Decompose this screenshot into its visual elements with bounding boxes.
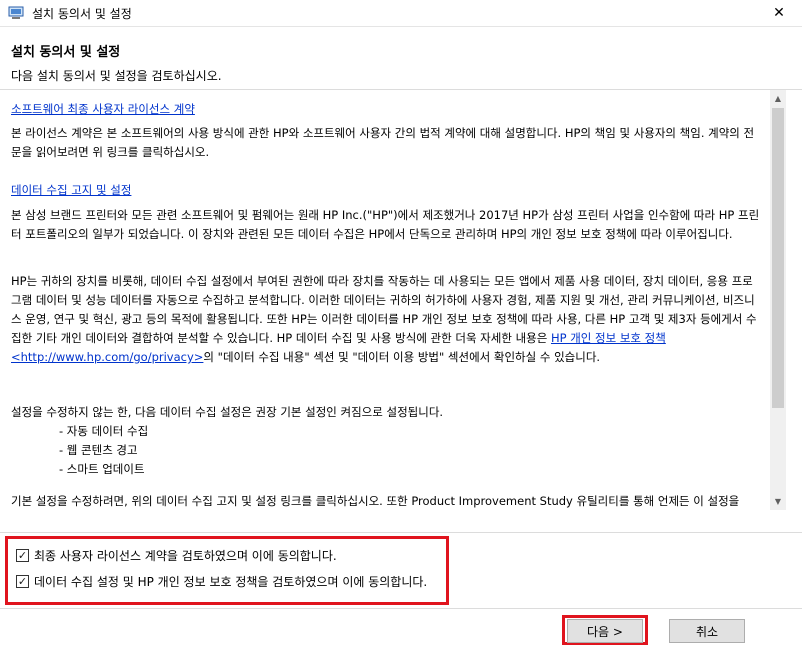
cancel-button[interactable]: 취소: [669, 619, 745, 643]
divider: [0, 608, 802, 609]
eula-link[interactable]: 소프트웨어 최종 사용자 라이선스 계약: [11, 102, 195, 116]
window-title: 설치 동의서 및 설정: [32, 7, 132, 21]
scrollbar-thumb[interactable]: [772, 108, 784, 408]
scroll-up-arrow-icon[interactable]: ▲: [770, 90, 786, 107]
list-item: - 스마트 업데이트: [59, 462, 145, 476]
data-agree-checkbox[interactable]: ✓: [16, 575, 29, 588]
agreement-checkbox-group: ✓ 최종 사용자 라이선스 계약을 검토하였으며 이에 동의합니다. ✓ 데이터…: [5, 536, 449, 605]
data-collection-paragraph-3: 설정을 수정하지 않는 한, 다음 데이터 수집 설정은 권장 기본 설정인 켜…: [11, 405, 444, 419]
data-collection-link[interactable]: 데이터 수집 고지 및 설정: [11, 183, 131, 197]
eula-description: 본 라이선스 계약은 본 소프트웨어의 사용 방식에 관한 HP와 소프트웨어 …: [11, 126, 755, 159]
data-collection-paragraph-1: 본 삼성 브랜드 프린터와 모든 관련 소프트웨어 및 펌웨어는 원래 HP I…: [11, 208, 760, 241]
vertical-scrollbar[interactable]: ▲ ▼: [770, 90, 786, 510]
close-button[interactable]: ✕: [756, 0, 802, 26]
eula-agree-row[interactable]: ✓ 최종 사용자 라이선스 계약을 검토하였으며 이에 동의합니다.: [16, 547, 337, 564]
agreement-text-area[interactable]: 소프트웨어 최종 사용자 라이선스 계약 본 라이선스 계약은 본 소프트웨어의…: [0, 90, 770, 510]
page-subtitle: 다음 설치 동의서 및 설정을 검토하십시오.: [11, 69, 222, 83]
data-agree-label[interactable]: 데이터 수집 설정 및 HP 개인 정보 보호 정책을 검토하였으며 이에 동의…: [34, 573, 427, 590]
eula-agree-checkbox[interactable]: ✓: [16, 549, 29, 562]
next-button[interactable]: 다음 >: [567, 619, 643, 643]
data-agree-row[interactable]: ✓ 데이터 수집 설정 및 HP 개인 정보 보호 정책을 검토하였으며 이에 …: [16, 573, 427, 590]
divider: [0, 532, 802, 533]
installer-app-icon: [8, 6, 24, 19]
eula-agree-label[interactable]: 최종 사용자 라이선스 계약을 검토하였으며 이에 동의합니다.: [34, 547, 337, 564]
page-header: 설치 동의서 및 설정 다음 설치 동의서 및 설정을 검토하십시오.: [0, 27, 802, 90]
title-bar: 설치 동의서 및 설정 ✕: [0, 0, 802, 27]
list-item: - 자동 데이터 수집: [59, 424, 149, 438]
close-icon: ✕: [773, 5, 785, 21]
default-settings-list: - 자동 데이터 수집 - 웹 콘텐츠 경고 - 스마트 업데이트: [11, 422, 148, 479]
scroll-down-arrow-icon[interactable]: ▼: [770, 493, 786, 510]
paragraph-2-text-b: 의 "데이터 수집 내용" 섹션 및 "데이터 이용 방법" 섹션에서 확인하실…: [203, 350, 601, 364]
page-title: 설치 동의서 및 설정: [11, 45, 121, 60]
data-collection-paragraph-4: 기본 설정을 수정하려면, 위의 데이터 수집 고지 및 설정 링크를 클릭하십…: [11, 494, 740, 508]
data-collection-paragraph-2: HP는 귀하의 장치를 비롯해, 데이터 수집 설정에서 부여된 권한에 따라 …: [11, 272, 763, 367]
list-item: - 웹 콘텐츠 경고: [59, 443, 138, 457]
